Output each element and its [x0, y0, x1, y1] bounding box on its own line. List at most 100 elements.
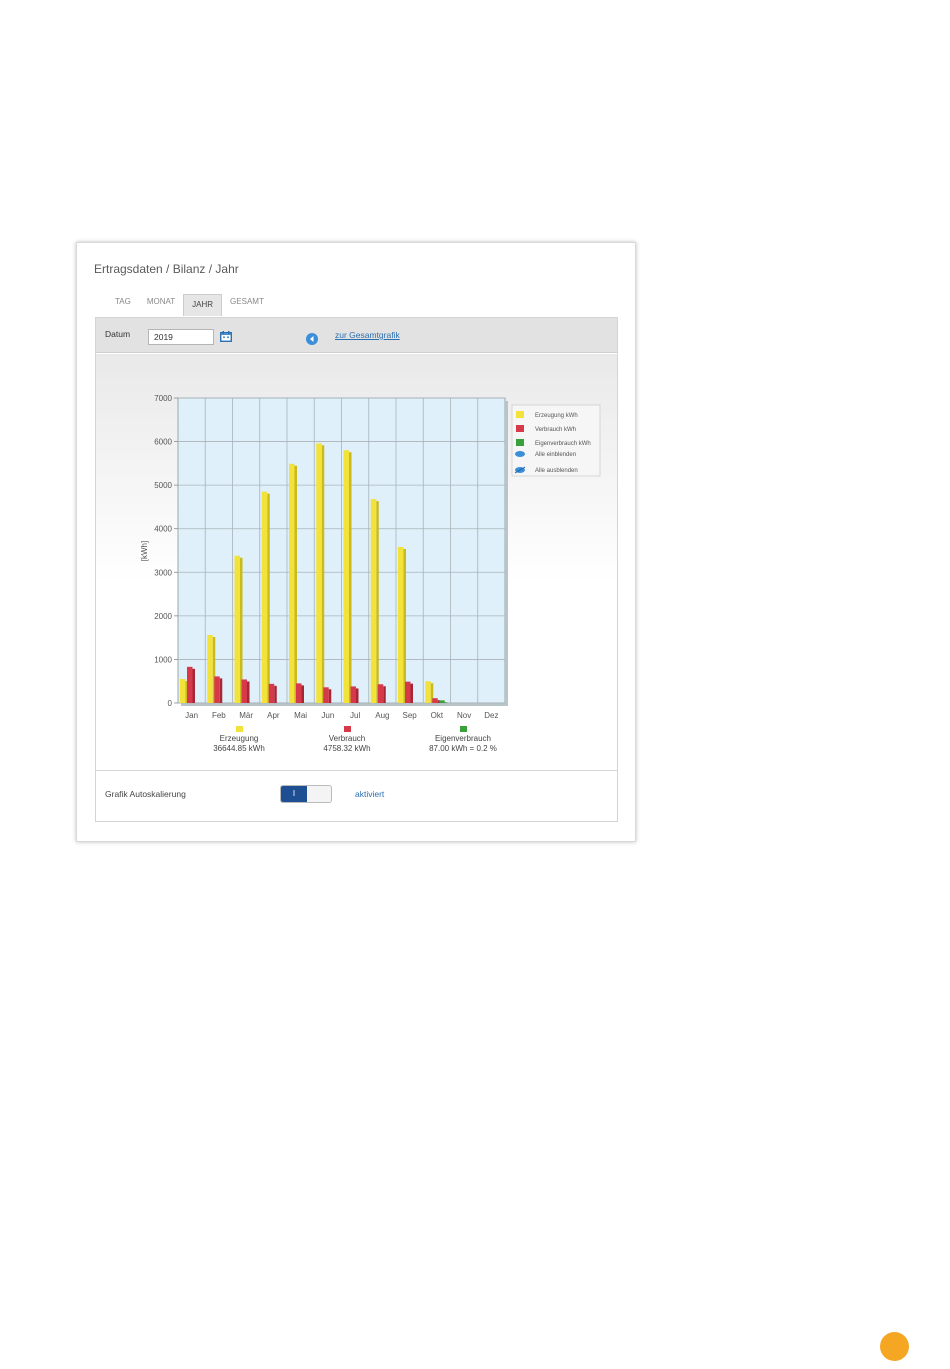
bar-side — [356, 688, 359, 703]
y-tick-label: 5000 — [154, 481, 172, 490]
bar-side — [444, 702, 448, 703]
bar-side — [403, 549, 406, 703]
summary-swatch — [236, 726, 243, 732]
summary-swatch — [344, 726, 351, 732]
legend-swatch — [516, 439, 524, 446]
datum-label: Datum — [105, 329, 131, 339]
hide-all-link[interactable]: Alle ausblenden — [535, 468, 578, 474]
y-tick-label: 4000 — [154, 525, 172, 534]
summary-name: Verbrauch — [329, 734, 365, 743]
eye-icon — [515, 451, 525, 457]
bar-side — [274, 685, 277, 703]
plot-depth-right — [505, 401, 508, 706]
legend-label: Erzeugung kWh — [535, 413, 578, 419]
x-tick-label: Jul — [350, 711, 360, 720]
summary-value: 4758.32 kWh — [323, 744, 370, 753]
bar — [187, 666, 193, 703]
bar — [323, 687, 329, 703]
bar — [398, 547, 404, 703]
x-tick-label: Jun — [321, 711, 334, 720]
bar-side — [192, 668, 195, 703]
bar-side — [267, 493, 270, 703]
bar — [377, 684, 384, 703]
plot-depth-bottom — [181, 703, 508, 706]
bar — [432, 698, 438, 703]
y-tick-label: 0 — [168, 699, 173, 708]
x-tick-label: Apr — [267, 711, 280, 720]
bar-side — [328, 689, 332, 703]
summary-name: Eigenverbrauch — [435, 734, 491, 743]
y-tick-label: 7000 — [154, 394, 172, 403]
bar-side — [376, 501, 379, 703]
bar — [261, 491, 268, 703]
bar — [343, 450, 349, 703]
bar — [234, 555, 240, 703]
bar — [241, 679, 247, 703]
bar — [214, 676, 220, 703]
legend-swatch — [516, 425, 524, 432]
bar — [180, 679, 186, 703]
x-tick-label: Sep — [403, 711, 418, 720]
panel-title: Ertragsdaten / Bilanz / Jahr — [94, 262, 239, 276]
summary-value: 36644.85 kWh — [213, 744, 265, 753]
autoscale-status: aktiviert — [355, 789, 385, 799]
bar-side — [247, 681, 250, 703]
toggle-on-indicator: I — [281, 786, 307, 802]
legend-label: Eigenverbrauch kWh — [535, 441, 591, 447]
y-axis-label: [kWh] — [140, 541, 149, 561]
bar — [316, 443, 322, 703]
divider — [96, 770, 617, 771]
summary-swatch — [460, 726, 467, 732]
bar-side — [410, 683, 413, 703]
bar-side — [219, 678, 223, 703]
bar — [425, 681, 431, 703]
bar — [405, 681, 411, 703]
x-tick-label: Mai — [294, 711, 307, 720]
content-box: Datum zur Gesamtgrafik 0 1000 2000 3000 4000… — [95, 317, 618, 822]
date-toolbar: Datum zur Gesamtgrafik — [96, 318, 617, 353]
total-chart-link[interactable]: zur Gesamtgrafik — [335, 330, 400, 340]
legend-label: Verbrauch kWh — [535, 427, 576, 433]
x-tick-label: Aug — [375, 711, 389, 720]
tab-gesamt[interactable]: GESAMT — [222, 292, 272, 314]
bar-side — [321, 445, 325, 703]
bar — [296, 683, 302, 703]
bar — [289, 463, 295, 703]
bar — [207, 635, 213, 703]
x-tick-label: Okt — [431, 711, 444, 720]
bar-side — [301, 685, 304, 703]
year-bar-chart: 0 1000 2000 3000 4000 5000 6000 7000 [kWh] Jan Feb… — [140, 394, 601, 753]
y-tick-label: 3000 — [154, 568, 172, 577]
y-tick-label: 6000 — [154, 438, 172, 447]
calendar-icon[interactable] — [220, 331, 232, 342]
period-tabs: TAG MONAT JAHR GESAMT — [107, 292, 272, 316]
bar-side — [294, 465, 297, 703]
x-tick-label: Feb — [212, 711, 226, 720]
bar-side — [383, 686, 386, 703]
x-tick-label: Nov — [457, 711, 471, 720]
bar-side — [349, 452, 352, 703]
yield-data-panel: Ertragsdaten / Bilanz / Jahr TAG MONAT J… — [76, 242, 636, 842]
show-all-link[interactable]: Alle einblenden — [535, 452, 576, 458]
chart-area: 0 1000 2000 3000 4000 5000 6000 7000 [kWh] Jan Feb… — [96, 354, 617, 769]
bar — [439, 700, 445, 703]
autoscale-toggle[interactable]: I — [280, 785, 332, 803]
legend-swatch — [516, 411, 524, 418]
x-tick-label: Mär — [239, 711, 253, 720]
autoscale-label: Grafik Autoskalierung — [105, 789, 186, 799]
summary-name: Erzeugung — [220, 734, 259, 743]
bar — [350, 686, 356, 703]
y-tick-label: 1000 — [154, 655, 172, 664]
y-tick-label: 2000 — [154, 612, 172, 621]
x-tick-label: Dez — [484, 711, 498, 720]
tab-monat[interactable]: MONAT — [139, 292, 183, 314]
summary-value: 87.00 kWh = 0.2 % — [429, 744, 497, 753]
page-marker-dot — [880, 1332, 909, 1361]
arrow-left-icon[interactable] — [306, 333, 318, 345]
bar — [370, 499, 377, 703]
datum-input[interactable] — [148, 329, 214, 345]
x-tick-label: Jan — [185, 711, 198, 720]
bar — [268, 683, 275, 703]
tab-jahr[interactable]: JAHR — [183, 294, 223, 316]
tab-tag[interactable]: TAG — [107, 292, 139, 314]
